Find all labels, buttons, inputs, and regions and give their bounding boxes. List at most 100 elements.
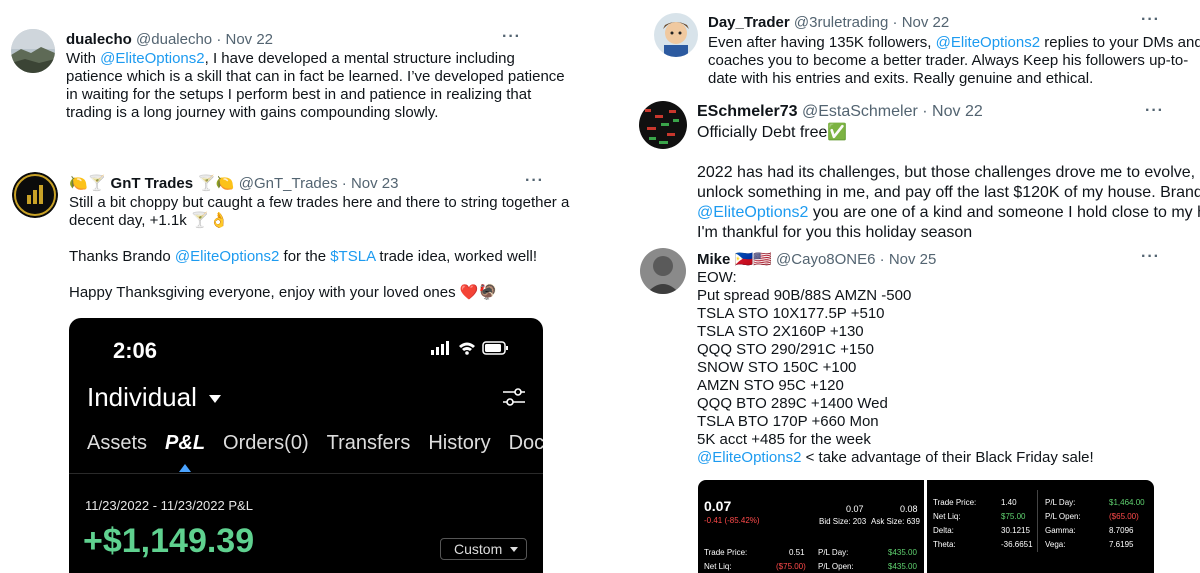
net-liq-label: Net Liq:	[704, 562, 732, 571]
stat-label: Theta:	[933, 540, 956, 549]
text-segment: trade idea, worked well!	[375, 248, 537, 265]
display-name[interactable]: 🍋🍸 GnT Trades 🍸🍋	[69, 175, 235, 192]
avatar-photo-image	[640, 248, 686, 294]
tweet-date[interactable]: Nov 22	[902, 14, 950, 31]
tweet-line: coaches you to become a better trader. A…	[708, 52, 1200, 70]
tab-orders[interactable]: Orders(0)	[223, 432, 309, 454]
tweet-line: With @EliteOptions2, I have developed a …	[66, 50, 565, 68]
text-segment: , I have developed a mental structure in…	[204, 50, 515, 67]
tweet-line: Even after having 135K followers, @Elite…	[708, 34, 1200, 52]
tweet-media-option-quote[interactable]: 0.07 -0.41 (-85.42%) 0.07 0.08 Bid Size:…	[698, 480, 924, 573]
display-name[interactable]: ESchmeler73	[697, 103, 798, 120]
tweet-media-brokerage-screenshot[interactable]: 2:06 Individual Assets P&L Orders(0) Transf…	[69, 318, 543, 573]
separator-dot: ·	[892, 14, 898, 31]
tab-history[interactable]: History	[428, 432, 490, 454]
broker-tab-bar: Assets P&L Orders(0) Transfers History Doc	[87, 432, 543, 455]
separator-dot: ·	[216, 31, 222, 48]
tweet-line: decent day, +1.1k 🍸👌	[69, 212, 569, 230]
stat-value: $1,464.00	[1109, 498, 1145, 507]
separator-dot: ·	[922, 103, 928, 120]
tweet-line: QQQ STO 290/291C +150	[697, 341, 1094, 359]
stat-label: Delta:	[933, 526, 954, 535]
tweet-day-trader[interactable]: Day_Trader @3ruletrading · Nov 22 ··· Ev…	[640, 0, 1200, 95]
avatar[interactable]	[640, 248, 686, 294]
panel-divider	[1037, 490, 1038, 552]
tweet-media-position-stats[interactable]: Trade Price: 1.40 P/L Day: $1,464.00 Net Liq…	[927, 480, 1154, 573]
display-name[interactable]: Day_Trader	[708, 14, 790, 31]
tweet-line: 2022 has had its challenges, but those c…	[697, 163, 1200, 183]
tab-transfers[interactable]: Transfers	[327, 432, 411, 454]
pl-value: +$1,149.39	[83, 522, 255, 560]
text-segment: I'm thankful for you this holiday season	[697, 224, 973, 241]
text-segment: < take advantage of their Black Friday s…	[801, 449, 1094, 466]
text-segment: unlock something in me, and pay off the …	[697, 184, 1200, 201]
more-options-icon[interactable]: ···	[525, 173, 544, 189]
user-handle[interactable]: @Cayo8ONE6	[776, 251, 875, 268]
text-segment: AMZN STO 95C +120	[697, 377, 844, 394]
stat-label: P/L Open:	[1045, 512, 1081, 521]
mention-link[interactable]: @EliteOptions2	[100, 50, 204, 67]
tweet-dualecho[interactable]: dualecho @dualecho · Nov 22 ··· With @El…	[0, 0, 565, 150]
more-options-icon[interactable]: ···	[502, 29, 521, 45]
text-segment: date with his entries and exits. Really …	[708, 70, 1094, 87]
avatar[interactable]	[11, 29, 55, 73]
pl-open-value: $435.00	[888, 562, 917, 571]
tweet-line: unlock something in me, and pay off the …	[697, 183, 1200, 203]
tab-assets[interactable]: Assets	[87, 432, 147, 454]
avatar[interactable]	[639, 101, 687, 149]
bid-size: Bid Size: 203	[819, 517, 867, 526]
option-change: -0.41 (-85.42%)	[704, 516, 760, 525]
tweet-eschmeler73[interactable]: ESchmeler73 @EstaSchmeler · Nov 22 ··· O…	[630, 96, 1200, 242]
pl-day-label: P/L Day:	[818, 548, 849, 557]
avatar[interactable]	[654, 13, 698, 57]
tweet-line: @EliteOptions2 < take advantage of their…	[697, 449, 1094, 467]
user-handle[interactable]: @3ruletrading	[794, 14, 888, 31]
stat-value: $75.00	[1001, 512, 1026, 521]
text-segment: you are one of a kind and someone I hold…	[808, 204, 1200, 221]
avatar[interactable]	[12, 172, 58, 218]
tweet-line: I'm thankful for you this holiday season	[697, 223, 1200, 243]
tab-pl[interactable]: P&L	[165, 432, 205, 454]
mention-link[interactable]: $TSLA	[330, 248, 375, 265]
mention-link[interactable]: @EliteOptions2	[175, 248, 279, 265]
text-segment: coaches you to become a better trader. A…	[708, 52, 1189, 69]
tweet-line: @EliteOptions2 you are one of a kind and…	[697, 203, 1200, 223]
more-options-icon[interactable]: ···	[1141, 12, 1160, 28]
text-segment: Officially Debt free✅	[697, 124, 848, 141]
tweet-date[interactable]: Nov 22	[932, 103, 983, 120]
range-dropdown[interactable]: Custom	[440, 538, 527, 560]
more-options-icon[interactable]: ···	[1145, 103, 1164, 119]
user-handle[interactable]: @EstaSchmeler	[802, 103, 918, 120]
mention-link[interactable]: @EliteOptions2	[936, 34, 1040, 51]
pl-open-label: P/L Open:	[818, 562, 854, 571]
filter-sliders-icon[interactable]	[503, 388, 525, 413]
tweet-line: SNOW STO 150C +100	[697, 359, 1094, 377]
mention-link[interactable]: @EliteOptions2	[697, 204, 808, 221]
stat-value: 8.7096	[1109, 526, 1134, 535]
tweet-date[interactable]: Nov 25	[889, 251, 937, 268]
tab-documents[interactable]: Doc	[509, 432, 543, 454]
user-handle[interactable]: @dualecho	[136, 31, 212, 48]
more-options-icon[interactable]: ···	[1141, 249, 1160, 265]
tweet-date[interactable]: Nov 23	[351, 175, 399, 192]
tweet-line: Officially Debt free✅	[697, 123, 1200, 143]
stat-value: ($65.00)	[1109, 512, 1139, 521]
display-name[interactable]: dualecho	[66, 31, 132, 48]
user-handle[interactable]: @GnT_Trades	[239, 175, 338, 192]
text-segment: in waiting for the setups I perform best…	[66, 86, 532, 103]
text-segment: replies to your DMs and	[1040, 34, 1200, 51]
pl-date-range: 11/23/2022 - 11/23/2022 P&L	[85, 498, 253, 513]
stat-value: 1.40	[1001, 498, 1017, 507]
tweet-line: Happy Thanksgiving everyone, enjoy with …	[69, 284, 569, 302]
text-segment: trading is a long journey with gains com…	[66, 104, 439, 121]
account-selector[interactable]: Individual	[87, 382, 221, 413]
mention-link[interactable]: @EliteOptions2	[697, 449, 801, 466]
stat-value: 30.1215	[1001, 526, 1030, 535]
active-tab-indicator-icon	[179, 464, 191, 472]
text-segment: 2022 has had its challenges, but those c…	[697, 164, 1196, 181]
tweet-date[interactable]: Nov 22	[226, 31, 274, 48]
display-name[interactable]: Mike 🇵🇭🇺🇸	[697, 251, 772, 268]
